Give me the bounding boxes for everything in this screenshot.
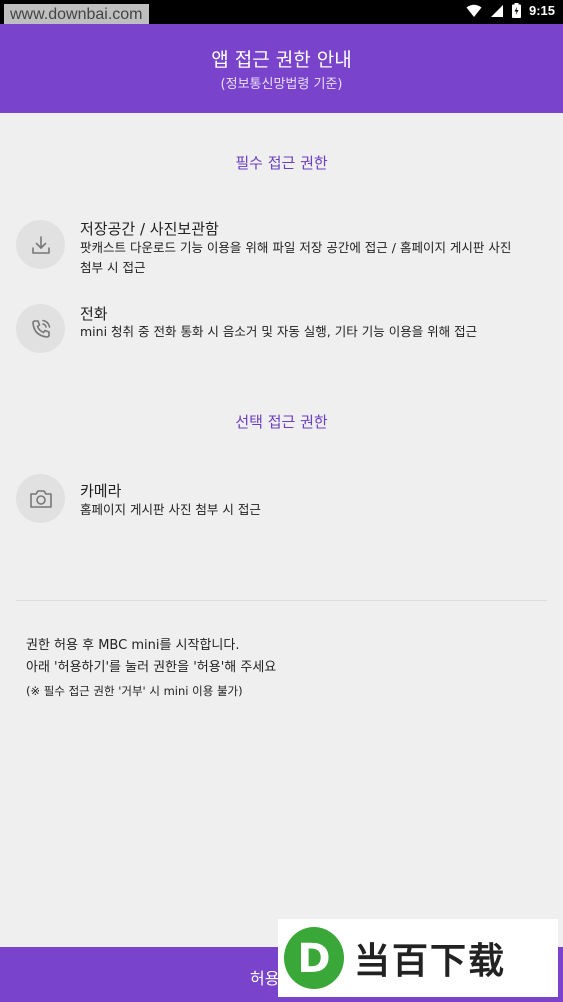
allow-button-label: 허용 bbox=[250, 969, 280, 988]
permission-description-line: mini 청취 중 전화 통화 시 음소거 및 자동 실행, 기타 기능 이용을… bbox=[80, 324, 478, 339]
status-time: 9:15 bbox=[528, 3, 555, 18]
divider bbox=[16, 600, 547, 601]
optional-permissions-title: 선택 접근 권한 bbox=[235, 413, 328, 431]
status-bar: www.downbai.com 9:15 bbox=[0, 0, 563, 26]
notice-warning: (※ 필수 접근 권한 '거부' 시 mini 이용 불가) bbox=[26, 684, 243, 698]
status-icons: 9:15 bbox=[466, 3, 555, 18]
wifi-icon bbox=[466, 4, 482, 17]
watermark-logo-icon: D bbox=[284, 927, 344, 989]
permission-description: mini 청취 중 전화 통화 시 음소거 및 자동 실행, 기타 기능 이용을… bbox=[80, 322, 550, 342]
permission-description-line: 홈페이지 게시판 사진 첨부 시 접근 bbox=[80, 502, 261, 517]
camera-icon bbox=[16, 474, 65, 523]
page-title: 앱 접근 권한 안내 bbox=[211, 49, 352, 71]
permission-description-line: 팟캐스트 다운로드 기능 이용을 위해 파일 저장 공간에 접근 / 홈페이지 … bbox=[80, 240, 512, 255]
permission-description: 홈페이지 게시판 사진 첨부 시 접근 bbox=[80, 500, 550, 520]
battery-icon bbox=[511, 3, 521, 18]
page-subtitle: (정보통신망법령 기준) bbox=[220, 77, 343, 92]
permission-description-line: 첨부 시 접근 bbox=[80, 260, 146, 275]
watermark-text: 当百下载 bbox=[354, 941, 507, 982]
permission-description: 팟캐스트 다운로드 기능 이용을 위해 파일 저장 공간에 접근 / 홈페이지 … bbox=[80, 238, 550, 278]
download-icon bbox=[16, 220, 65, 269]
phone-icon bbox=[16, 304, 65, 353]
notice-line: 아래 '허용하기'를 눌러 권한을 '허용'해 주세요 bbox=[26, 660, 277, 675]
signal-icon bbox=[490, 4, 503, 17]
permission-name: 저장공간 / 사진보관함 bbox=[80, 220, 219, 238]
site-watermark: www.downbai.com bbox=[4, 4, 149, 26]
svg-text:D: D bbox=[297, 936, 330, 982]
notice-line: 권한 허용 후 MBC mini를 시작합니다. bbox=[26, 638, 240, 653]
required-permissions-title: 필수 접근 권한 bbox=[235, 154, 328, 172]
app-header: 앱 접근 권한 안내 (정보통신망법령 기준) bbox=[0, 24, 563, 113]
permission-name: 전화 bbox=[80, 305, 108, 323]
permission-name: 카메라 bbox=[80, 482, 122, 500]
download-site-watermark: D 当百下载 bbox=[278, 919, 558, 997]
